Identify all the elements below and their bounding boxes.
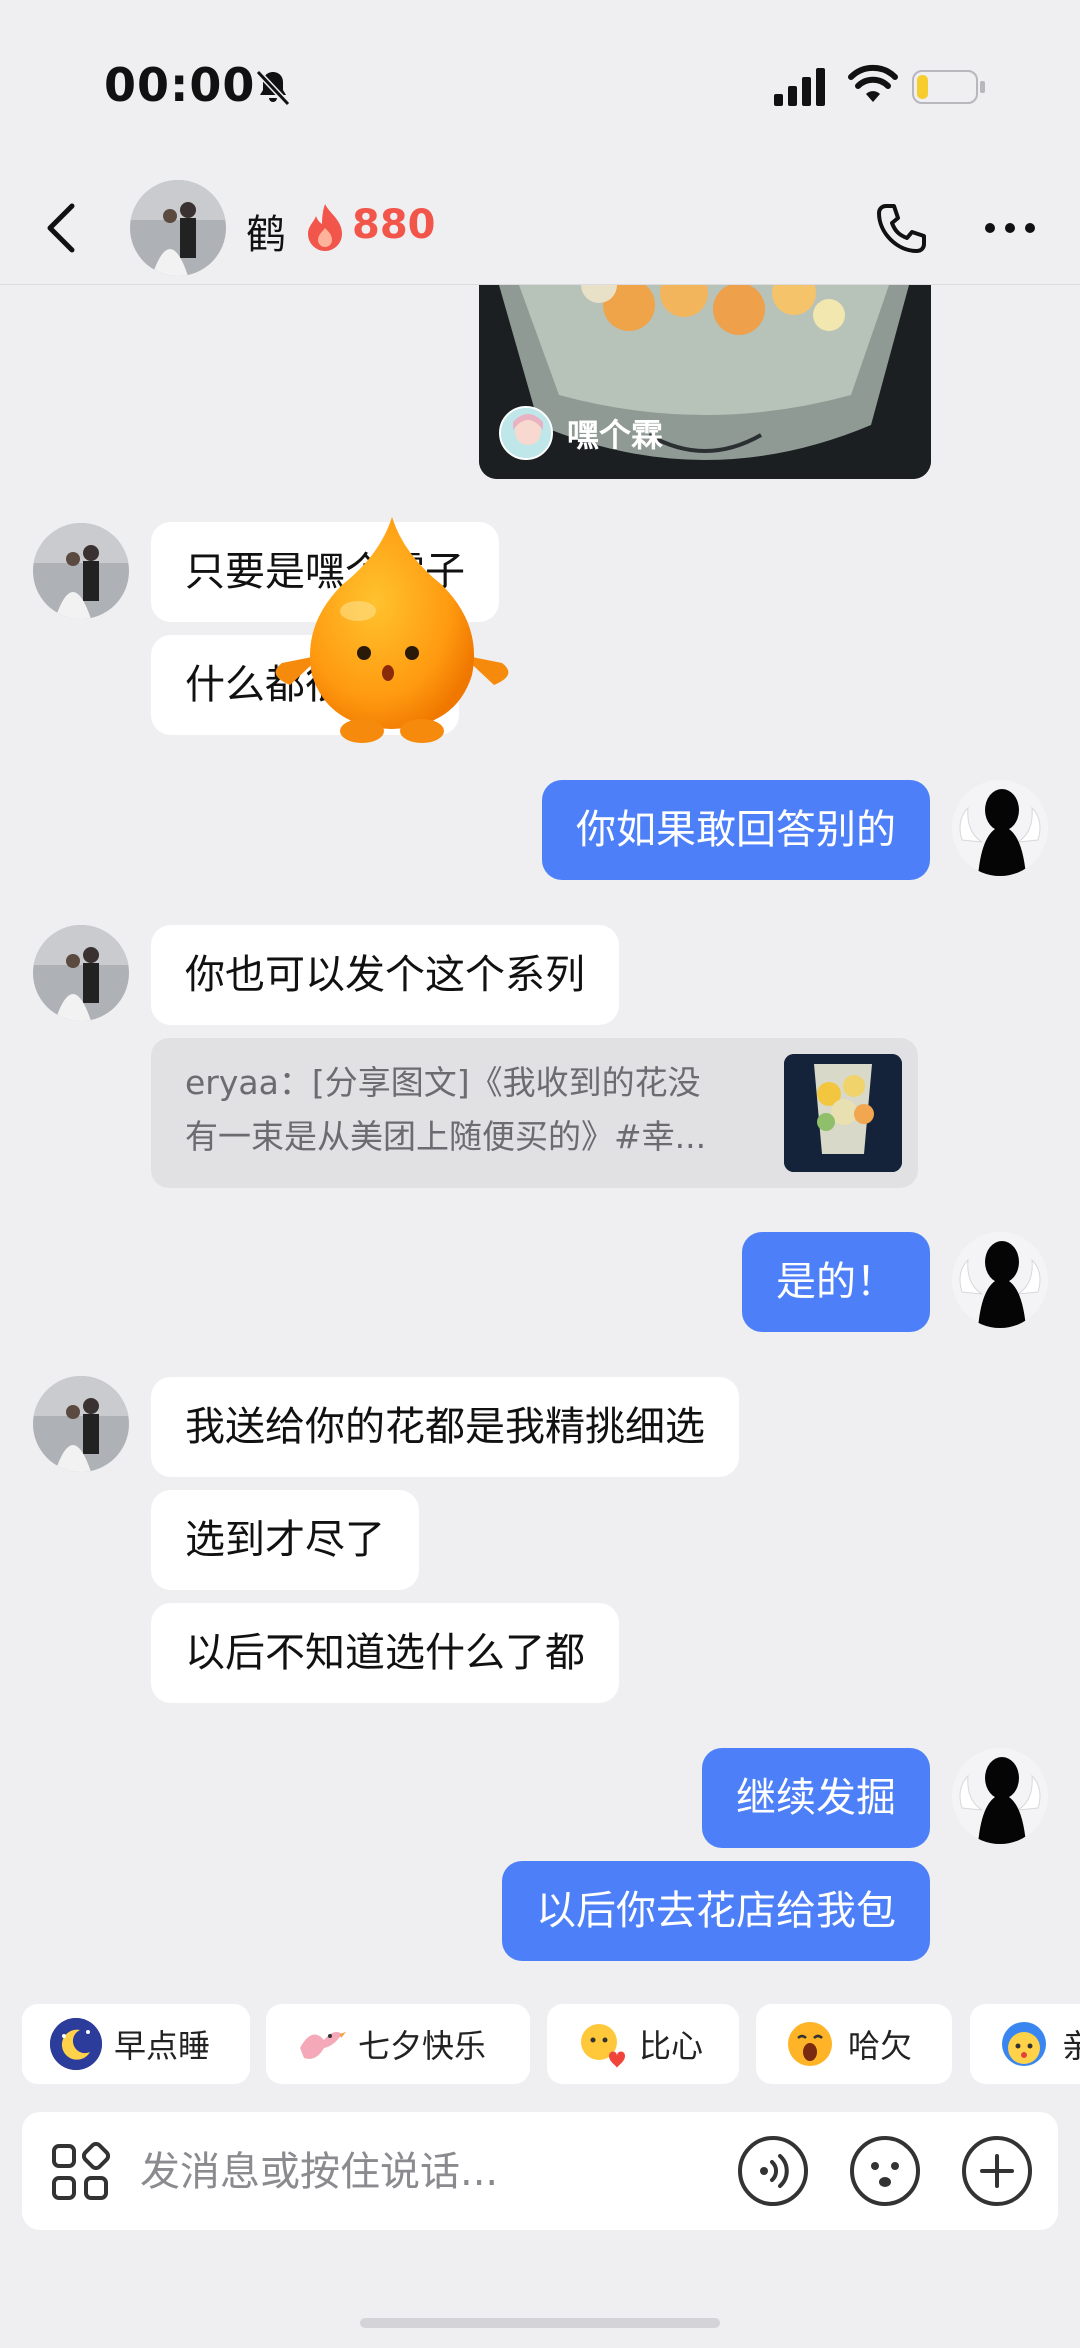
- my-avatar[interactable]: [952, 1748, 1048, 1844]
- quick-reply-label: 亲: [1062, 2027, 1080, 2065]
- quick-reply-label: 七夕快乐: [358, 2027, 487, 2065]
- incoming-message[interactable]: 以后不知道选什么了都: [151, 1603, 619, 1703]
- status-bar: 00:00: [0, 0, 1080, 170]
- outgoing-message[interactable]: 你如果敢回答别的: [542, 780, 930, 880]
- home-indicator[interactable]: [360, 2318, 720, 2328]
- my-avatar[interactable]: [952, 780, 1048, 876]
- quick-reply-chip[interactable]: 亲: [970, 2004, 1080, 2084]
- chat-header: 鹤 880: [0, 170, 1080, 285]
- quick-reply-label: 早点睡: [114, 2027, 211, 2065]
- quoted-share-card[interactable]: eryaa：[分享图文]《我收到的花没 有一束是从美团上随便买的》#幸...: [151, 1038, 918, 1188]
- quick-reply-label: 哈欠: [848, 2027, 913, 2065]
- quote-text: eryaa：[分享图文]《我收到的花没 有一束是从美团上随便买的》#幸...: [185, 1056, 768, 1164]
- share-sender-tag: 嘿个霖: [499, 403, 663, 463]
- contact-name: 鹤: [246, 212, 286, 258]
- orange-mascot-sticker: [275, 517, 509, 743]
- quick-reply-chip[interactable]: 比心: [547, 2004, 739, 2084]
- kiss-icon: [998, 2018, 1050, 2070]
- sender-avatar: [499, 406, 553, 460]
- emoji-icon[interactable]: [848, 2134, 922, 2208]
- quick-reply-chip[interactable]: 早点睡: [22, 2004, 250, 2084]
- quick-reply-chip[interactable]: 七夕快乐: [266, 2004, 530, 2084]
- contact-avatar-small[interactable]: [33, 1376, 129, 1472]
- quick-reply-chip[interactable]: 哈欠: [756, 2004, 952, 2084]
- yawn-icon: [784, 2018, 836, 2070]
- incoming-message[interactable]: 选到才尽了: [151, 1490, 419, 1590]
- incoming-message[interactable]: 你也可以发个这个系列: [151, 925, 619, 1025]
- message-composer: [22, 2112, 1058, 2230]
- voice-input-icon[interactable]: [736, 2134, 810, 2208]
- message-input[interactable]: [138, 2134, 742, 2210]
- cellular-signal-icon: [774, 68, 825, 106]
- fire-streak-icon: [308, 204, 342, 251]
- bird-icon: [294, 2018, 346, 2070]
- status-time: 00:00: [104, 58, 256, 112]
- share-sender-name: 嘿个霖: [567, 416, 664, 454]
- streak-count: 880: [352, 202, 436, 248]
- heart-hands-icon: [575, 2018, 627, 2070]
- my-avatar[interactable]: [952, 1232, 1048, 1328]
- quote-thumbnail: [784, 1054, 902, 1172]
- more-options-icon[interactable]: [982, 220, 1038, 236]
- outgoing-message[interactable]: 以后你去花店给我包: [502, 1861, 930, 1961]
- quote-line: eryaa：[分享图文]《我收到的花没: [185, 1063, 701, 1102]
- add-plus-icon[interactable]: [960, 2134, 1034, 2208]
- contact-avatar-small[interactable]: [33, 523, 129, 619]
- quick-reply-label: 比心: [639, 2027, 704, 2065]
- moon-sleep-icon: [50, 2018, 102, 2070]
- outgoing-message[interactable]: 继续发掘: [702, 1748, 930, 1848]
- contact-avatar-small[interactable]: [33, 925, 129, 1021]
- quick-reply-bar: 早点睡 七夕快乐 比心 哈欠 亲: [0, 2004, 1080, 2086]
- contact-avatar[interactable]: [130, 180, 226, 276]
- wifi-icon: [848, 64, 898, 102]
- battery-icon: [912, 70, 985, 104]
- quote-line: 有一束是从美团上随便买的》#幸...: [185, 1117, 707, 1156]
- phone-call-icon[interactable]: [872, 200, 930, 258]
- apps-grid-icon[interactable]: [50, 2142, 110, 2202]
- incoming-message[interactable]: 我送给你的花都是我精挑细选: [151, 1377, 739, 1477]
- chat-messages-area[interactable]: 嘿个霖 只要是嘿个霖子 什么都很喜欢 你如果敢回答别的 你也可以发个这个系列 e…: [0, 285, 1080, 1985]
- shared-flower-image[interactable]: 嘿个霖: [479, 285, 931, 479]
- mute-bell-icon: [255, 69, 291, 107]
- outgoing-message[interactable]: 是的！: [742, 1232, 930, 1332]
- back-arrow-icon[interactable]: [42, 200, 82, 256]
